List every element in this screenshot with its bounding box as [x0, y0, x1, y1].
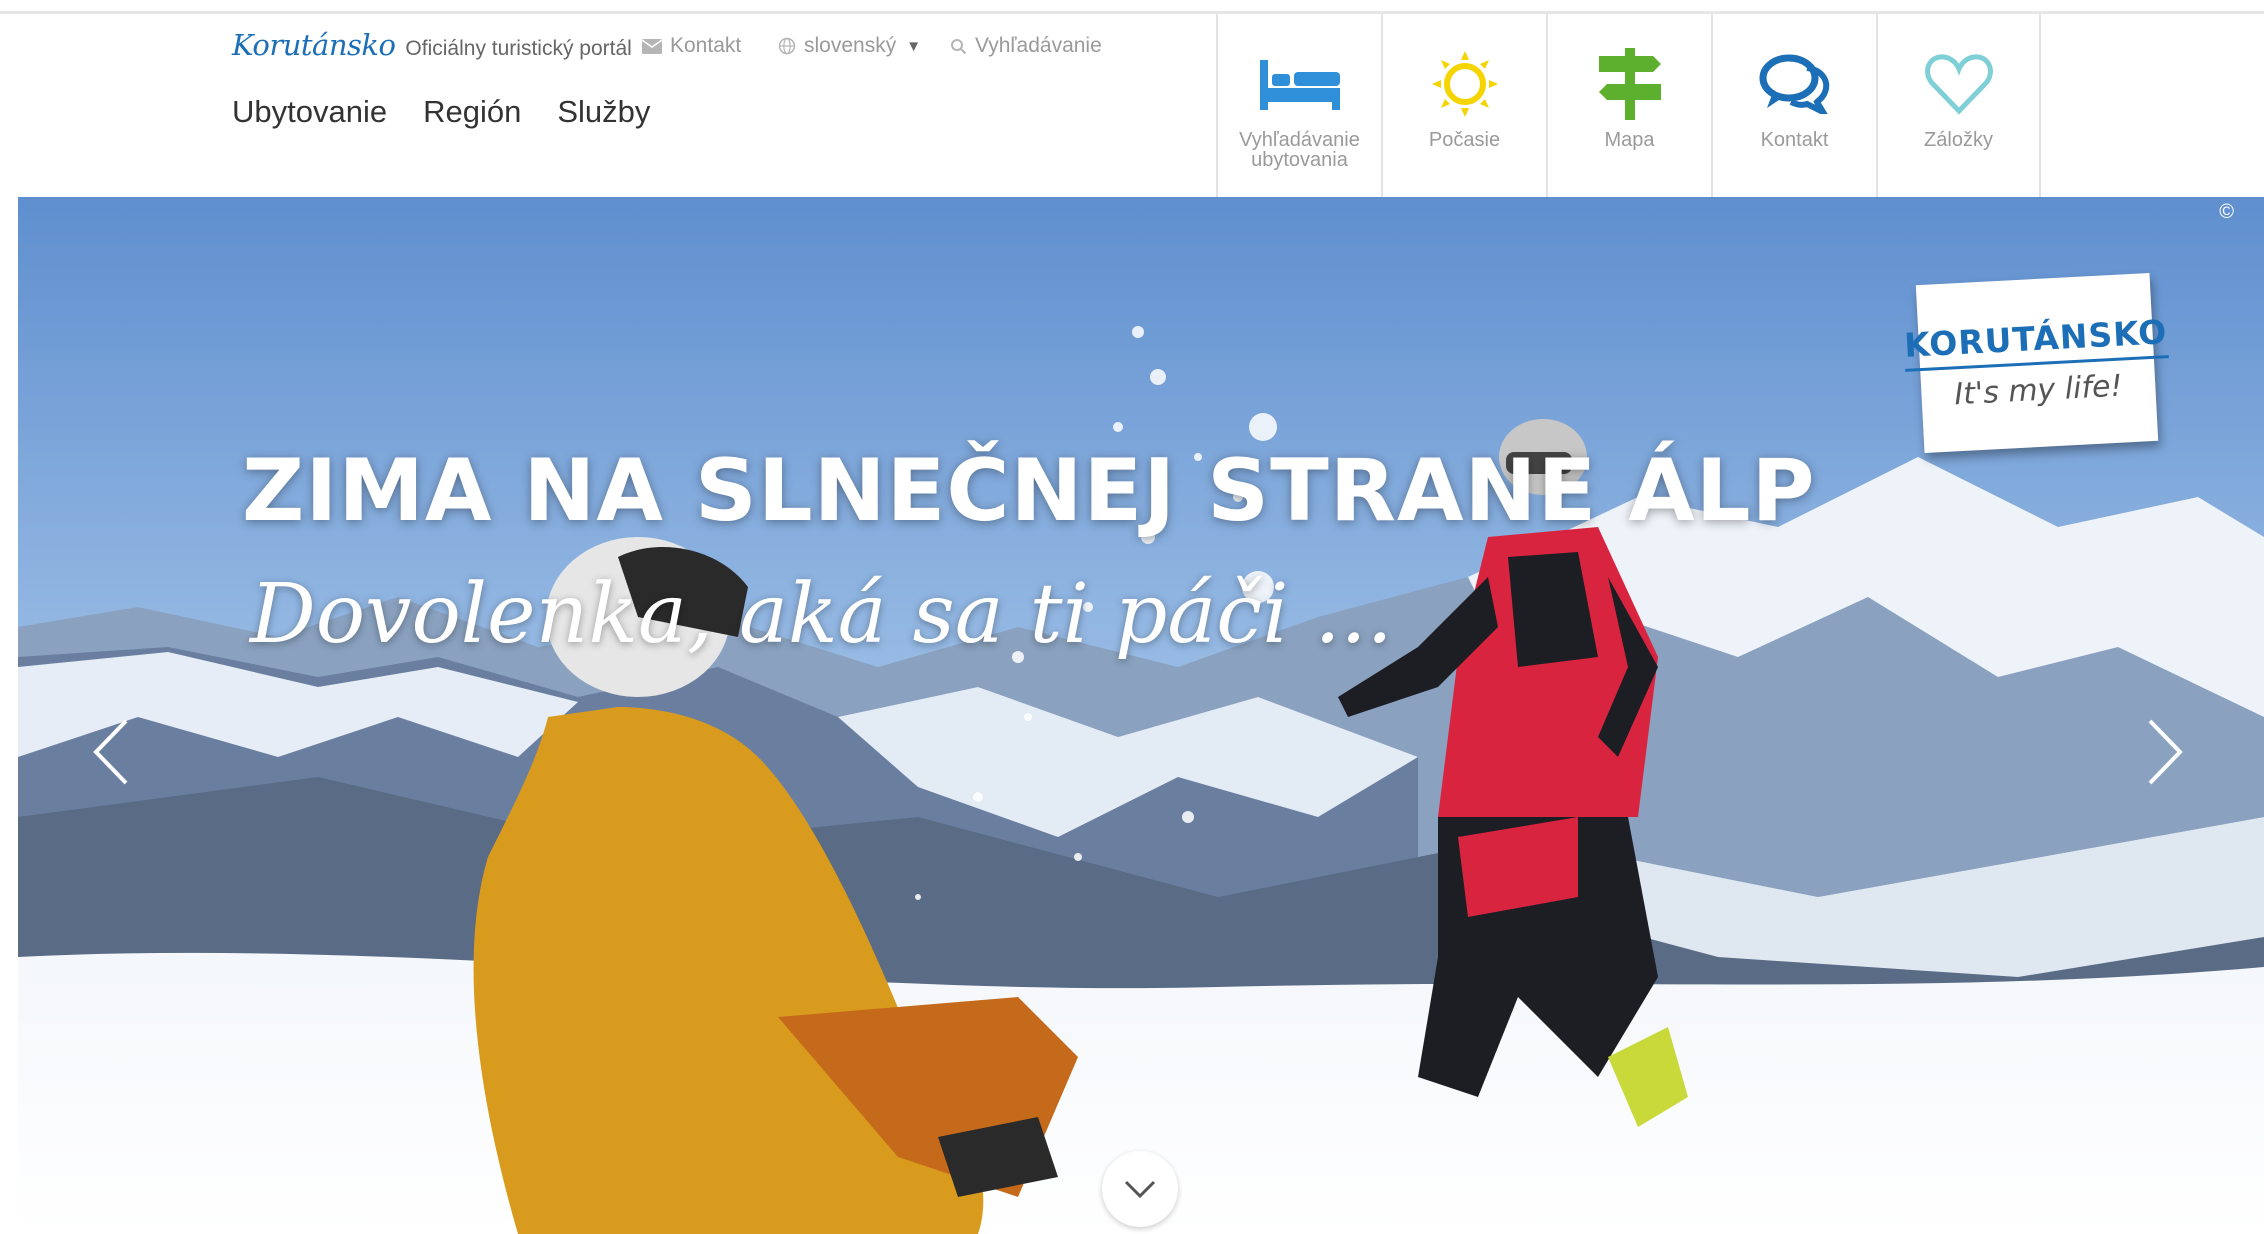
tool-contact[interactable]: Kontakt: [1711, 14, 1876, 197]
sun-icon: [1431, 51, 1498, 117]
chevron-right-icon: [2148, 719, 2183, 785]
tool-weather[interactable]: Počasie: [1381, 14, 1546, 197]
nav-item-ubytovanie[interactable]: Ubytovanie: [232, 94, 387, 130]
meta-contact-link[interactable]: Kontakt: [642, 34, 741, 58]
language-label[interactable]: slovenský: [804, 34, 896, 58]
slider-prev-button[interactable]: [80, 707, 140, 797]
quick-tools: Vyhľadávanie ubytovania Počasie Mapa Kon…: [1216, 14, 2041, 197]
chevron-down-icon: [1124, 1180, 1156, 1199]
tool-label-accommodation: Vyhľadávanie ubytovania: [1239, 129, 1360, 171]
slider-next-button[interactable]: [2136, 707, 2196, 797]
heart-icon: [1924, 54, 1993, 115]
top-border: [0, 0, 2264, 14]
signpost-icon: [1598, 48, 1661, 120]
site-header: Korutánsko Oficiálny turistický portál K…: [0, 14, 2264, 197]
hero-subtitle: Dovolenka, aká sa ti páči ...: [250, 567, 1393, 662]
search-link[interactable]: Vyhľadávanie: [950, 34, 1102, 58]
tool-label-contact: Kontakt: [1760, 129, 1829, 151]
hero-title: ZIMA NA SLNEČNEJ STRANE ÁLP: [242, 441, 1816, 541]
brand-logo[interactable]: Korutánsko: [232, 28, 396, 62]
main-nav: Ubytovanie Región Služby: [232, 94, 650, 130]
globe-icon: [778, 37, 796, 55]
language-selector[interactable]: slovenský ▼: [778, 34, 921, 58]
bed-icon: [1259, 60, 1340, 110]
brand[interactable]: Korutánsko Oficiálny turistický portál: [232, 28, 632, 62]
tool-label-map: Mapa: [1604, 129, 1655, 151]
envelope-icon: [642, 38, 662, 54]
caret-down-icon: ▼: [906, 37, 922, 55]
tool-bookmarks[interactable]: Záložky: [1876, 14, 2041, 197]
chat-icon: [1759, 54, 1829, 114]
brand-tagline: Oficiálny turistický portál: [405, 37, 632, 60]
badge-subtitle: It's my life!: [1953, 368, 2124, 412]
scroll-down-button[interactable]: [1102, 1151, 1178, 1227]
copyright-mark: ©: [2219, 201, 2234, 223]
tool-accommodation-search[interactable]: Vyhľadávanie ubytovania: [1216, 14, 1381, 197]
tool-label-weather: Počasie: [1428, 129, 1501, 151]
badge-title: KORUTÁNSKO: [1903, 311, 2169, 372]
nav-item-region[interactable]: Región: [423, 94, 521, 130]
nav-item-sluzby[interactable]: Služby: [557, 94, 650, 130]
search-icon: [951, 38, 967, 54]
brand-badge: KORUTÁNSKO It's my life!: [1903, 272, 2169, 454]
chevron-left-icon: [93, 719, 128, 785]
tool-label-bookmarks: Záložky: [1924, 129, 1993, 151]
meta-contact-label[interactable]: Kontakt: [670, 34, 741, 58]
search-label[interactable]: Vyhľadávanie: [975, 34, 1102, 58]
hero-slider: © ZIMA NA SLNEČNEJ STRANE ÁLP Dovolenka,…: [18, 197, 2264, 1234]
tool-map[interactable]: Mapa: [1546, 14, 1711, 197]
